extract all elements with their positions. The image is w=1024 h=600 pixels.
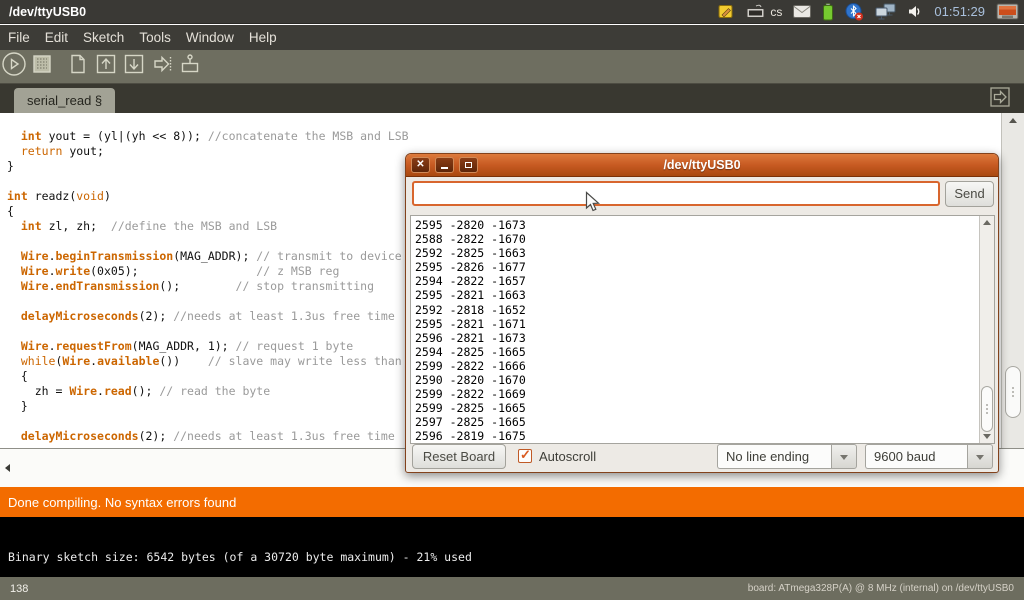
close-icon: ✕ (412, 159, 429, 170)
scroll-left-icon[interactable] (5, 464, 10, 472)
line-ending-value: No line ending (717, 444, 831, 469)
board-info: board: ATmega328P(A) @ 8 MHz (internal) … (748, 583, 1014, 594)
line-ending-dropdown[interactable]: No line ending (717, 444, 857, 469)
build-console: Binary sketch size: 6542 bytes (of a 307… (0, 517, 1024, 577)
new-sketch-button[interactable] (64, 53, 92, 81)
menu-window[interactable]: Window (186, 30, 234, 45)
menu-tools[interactable]: Tools (139, 30, 171, 45)
network-icon[interactable] (875, 3, 897, 21)
volume-icon[interactable] (908, 4, 923, 19)
scroll-up-icon[interactable] (1009, 118, 1017, 123)
menu-sketch[interactable]: Sketch (83, 30, 124, 45)
save-icon (122, 52, 146, 81)
stop-icon (31, 53, 53, 80)
new-file-icon (66, 52, 90, 81)
chevron-down-icon[interactable] (967, 444, 993, 469)
upload-button[interactable] (148, 53, 176, 81)
clock[interactable]: 01:51:29 (934, 4, 985, 19)
maximize-icon (465, 162, 472, 168)
serial-monitor-button[interactable] (176, 53, 204, 81)
serial-output-area[interactable]: 2595 -2820 -1673 2588 -2822 -1670 2592 -… (410, 215, 995, 444)
serial-monitor-icon (178, 52, 202, 81)
serial-monitor-controls: Reset Board Autoscroll No line ending 96… (406, 441, 998, 472)
console-text: Binary sketch size: 6542 bytes (of a 307… (8, 550, 472, 564)
menu-file[interactable]: File (8, 30, 30, 45)
open-sketch-button[interactable] (92, 53, 120, 81)
note-icon[interactable] (718, 3, 735, 20)
keyboard-layout-label[interactable]: cs (770, 5, 782, 19)
editor-scrollbar-thumb[interactable] (1005, 366, 1021, 418)
autoscroll-checkbox[interactable] (518, 449, 532, 463)
keyboard-icon[interactable] (746, 4, 765, 19)
editor-vertical-scrollbar[interactable] (1001, 113, 1024, 448)
mouse-cursor (585, 191, 601, 219)
serial-scrollbar[interactable] (979, 216, 994, 443)
save-sketch-button[interactable] (120, 53, 148, 81)
open-icon (94, 52, 118, 81)
minimize-button[interactable] (435, 157, 454, 173)
chevron-down-icon[interactable] (831, 444, 857, 469)
send-button[interactable]: Send (945, 181, 994, 207)
serial-scroll-up-icon[interactable] (983, 220, 991, 225)
reset-board-button[interactable]: Reset Board (412, 444, 506, 469)
baud-rate-value: 9600 baud (865, 444, 967, 469)
menubar: File Edit Sketch Tools Window Help (0, 25, 1024, 50)
power-icon[interactable] (996, 3, 1019, 21)
menu-edit[interactable]: Edit (45, 30, 68, 45)
tab-bar: serial_read § (0, 84, 1024, 113)
top-panel: /dev/ttyUSB0 cs 01:51:29 (0, 0, 1024, 24)
menu-help[interactable]: Help (249, 30, 277, 45)
tab-menu-button[interactable] (989, 88, 1011, 110)
autoscroll-label[interactable]: Autoscroll (539, 441, 596, 472)
serial-monitor-title: /dev/ttyUSB0 (406, 154, 998, 177)
serial-monitor-window: /dev/ttyUSB0 ✕ Send 2595 -2820 -1673 258… (405, 153, 999, 473)
serial-output: 2595 -2820 -1673 2588 -2822 -1670 2592 -… (411, 216, 994, 444)
toolbar (0, 50, 1024, 84)
close-button[interactable]: ✕ (411, 157, 430, 173)
system-tray: cs 01:51:29 (718, 2, 1024, 21)
mail-icon[interactable] (793, 5, 811, 18)
tab-serial-read[interactable]: serial_read § (14, 88, 115, 113)
verify-button[interactable] (0, 53, 28, 81)
tab-menu-arrow-icon (990, 87, 1010, 112)
stop-button[interactable] (28, 53, 56, 81)
bluetooth-icon[interactable] (845, 2, 864, 21)
window-title: /dev/ttyUSB0 (0, 5, 86, 19)
baud-rate-dropdown[interactable]: 9600 baud (865, 444, 993, 469)
serial-scroll-down-icon[interactable] (983, 434, 991, 439)
maximize-button[interactable] (459, 157, 478, 173)
minimize-icon (441, 167, 448, 169)
line-number: 138 (10, 583, 28, 595)
battery-icon[interactable] (822, 3, 834, 21)
serial-monitor-titlebar[interactable]: /dev/ttyUSB0 ✕ (406, 154, 998, 177)
verify-icon (1, 51, 27, 82)
screen: /dev/ttyUSB0 cs 01:51:29 File Edit Sketc… (0, 0, 1024, 600)
compile-status-bar: Done compiling. No syntax errors found (0, 487, 1024, 517)
compile-status-text: Done compiling. No syntax errors found (8, 495, 236, 510)
status-bar: 138 board: ATmega328P(A) @ 8 MHz (intern… (0, 577, 1024, 600)
serial-scrollbar-thumb[interactable] (981, 386, 993, 432)
upload-icon (150, 52, 174, 81)
serial-input[interactable] (412, 181, 940, 206)
